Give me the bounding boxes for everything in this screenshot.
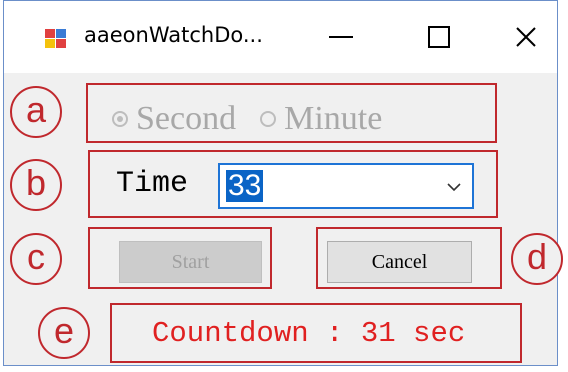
annotation-label-c: c bbox=[10, 233, 62, 285]
start-button[interactable]: Start bbox=[119, 241, 262, 283]
unit-radio-group: Second Minute bbox=[112, 100, 382, 138]
minimize-button[interactable] bbox=[316, 13, 366, 61]
cancel-button[interactable]: Cancel bbox=[327, 241, 472, 283]
annotation-label-d: d bbox=[511, 233, 563, 285]
time-label: Time bbox=[116, 167, 189, 201]
close-icon bbox=[516, 27, 536, 47]
close-button[interactable] bbox=[501, 13, 551, 61]
app-window: aaeonWatchDo... a b c d e Second Minute … bbox=[3, 0, 563, 366]
radio-second[interactable] bbox=[112, 111, 128, 127]
maximize-button[interactable] bbox=[414, 13, 464, 61]
app-icon bbox=[45, 29, 66, 48]
countdown-status: Countdown : 31 sec bbox=[152, 317, 466, 350]
annotation-label-a: a bbox=[10, 86, 62, 138]
time-combobox[interactable]: 33 bbox=[218, 163, 474, 209]
minimize-icon bbox=[329, 36, 353, 38]
radio-minute-label: Minute bbox=[284, 100, 383, 137]
window-title: aaeonWatchDo... bbox=[84, 23, 263, 47]
radio-minute[interactable] bbox=[260, 111, 277, 127]
maximize-icon bbox=[428, 26, 450, 48]
annotation-label-e: e bbox=[38, 307, 90, 359]
title-bar[interactable]: aaeonWatchDo... bbox=[4, 1, 557, 73]
annotation-label-b: b bbox=[10, 159, 62, 211]
chevron-down-icon[interactable] bbox=[446, 180, 462, 194]
radio-second-label: Second bbox=[136, 100, 237, 137]
time-value: 33 bbox=[226, 169, 264, 202]
